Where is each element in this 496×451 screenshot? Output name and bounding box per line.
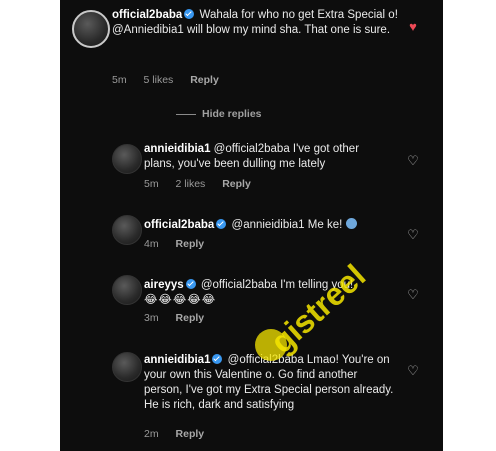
comment-text: annieidibia1 @official2baba Lmao! You're…	[144, 353, 394, 413]
comment-time: 5m	[112, 74, 127, 86]
heart-outline-icon[interactable]: ♡	[406, 154, 420, 167]
reply-button[interactable]: Reply	[222, 178, 251, 190]
comment-text: aireyys @official2baba I'm telling you! …	[144, 278, 392, 308]
reply-button[interactable]: Reply	[176, 312, 205, 324]
avatar[interactable]	[112, 144, 142, 174]
comment-time: 4m	[144, 238, 159, 250]
hide-replies-button[interactable]: Hide replies	[202, 108, 262, 120]
comment-text: official2baba @annieidibia1 Me ke!	[144, 218, 392, 233]
comment-username[interactable]: annieidibia1	[144, 354, 210, 366]
reply-button[interactable]: Reply	[190, 74, 219, 86]
reply-button[interactable]: Reply	[176, 238, 205, 250]
hide-replies-line	[176, 114, 196, 115]
emoji-icon	[345, 218, 357, 229]
heart-outline-icon[interactable]: ♡	[406, 364, 420, 377]
avatar[interactable]	[72, 10, 110, 48]
comment-likes[interactable]: 5 likes	[144, 74, 174, 86]
comments-screen: official2baba Wahala for who no get Extr…	[60, 0, 443, 451]
comment-text: official2baba Wahala for who no get Extr…	[112, 8, 412, 38]
comment-time: 5m	[144, 178, 159, 190]
comment-time: 3m	[144, 312, 159, 324]
comment-meta: 5m 5 likes Reply	[112, 74, 233, 86]
comment-likes[interactable]: 2 likes	[176, 178, 206, 190]
comment-username[interactable]: official2baba	[112, 9, 182, 21]
heart-filled-icon[interactable]: ♥	[406, 20, 420, 33]
verified-badge-icon	[184, 9, 195, 19]
watermark-text: gistreel	[264, 257, 373, 360]
comment-username[interactable]: aireyys	[144, 279, 184, 291]
comment-time: 2m	[144, 428, 159, 440]
heart-outline-icon[interactable]: ♡	[406, 288, 420, 301]
verified-badge-icon	[212, 354, 223, 364]
comment-username[interactable]: official2baba	[144, 219, 214, 231]
emoji-row: 😂😂😂😂😂	[144, 294, 217, 306]
avatar[interactable]	[112, 215, 142, 245]
verified-badge-icon	[216, 219, 227, 229]
comment-meta: 4m Reply	[144, 238, 218, 250]
comment-meta: 3m Reply	[144, 312, 218, 324]
heart-outline-icon[interactable]: ♡	[406, 228, 420, 241]
comment-text: annieidibia1 @official2baba I've got oth…	[144, 142, 392, 172]
verified-badge-icon	[185, 279, 196, 289]
comment-body: @annieidibia1 Me ke!	[231, 219, 343, 231]
comment-meta: 5m 2 likes Reply	[144, 178, 265, 190]
avatar[interactable]	[112, 352, 142, 382]
reply-button[interactable]: Reply	[176, 428, 205, 440]
avatar[interactable]	[112, 275, 142, 305]
comment-username[interactable]: annieidibia1	[144, 143, 210, 155]
comment-meta: 2m Reply	[144, 428, 218, 440]
comment-body: @official2baba I'm telling you!	[200, 279, 354, 291]
